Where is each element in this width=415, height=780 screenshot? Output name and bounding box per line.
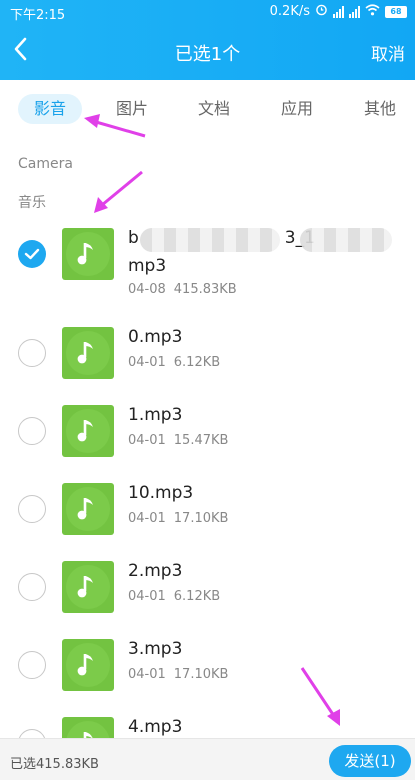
signal-icon-2 [349, 5, 360, 18]
cancel-button[interactable]: 取消 [371, 40, 405, 65]
file-row[interactable]: 3.mp3 04-01 17.10KB [0, 627, 415, 704]
file-name: 0.mp3 [128, 327, 183, 347]
file-row[interactable]: 2.mp3 04-01 6.12KB [0, 549, 415, 626]
nav-bar: 已选1个 取消 [0, 24, 415, 80]
alarm-icon [315, 3, 328, 20]
file-name: 10.mp3 [128, 483, 194, 503]
tab-other[interactable]: 其他 [348, 94, 412, 124]
network-speed: 0.2K/s [269, 4, 310, 19]
page-title: 已选1个 [174, 44, 241, 65]
watermark: Baidu经验 [298, 726, 357, 740]
checkbox[interactable] [18, 417, 46, 445]
checkbox[interactable] [18, 495, 46, 523]
checkbox-checked[interactable] [18, 240, 46, 268]
wifi-icon [365, 3, 380, 20]
checkmark-icon [24, 248, 40, 260]
bottom-bar: 已选415.83KB 发送(1) [0, 738, 415, 780]
file-meta: 04-01 15.47KB [128, 433, 229, 448]
tab-documents[interactable]: 文档 [182, 94, 246, 124]
tab-apps[interactable]: 应用 [265, 94, 329, 124]
section-camera[interactable]: Camera [18, 156, 73, 172]
category-tabs: 影音 图片 文档 应用 其他 [0, 88, 415, 130]
section-music: 音乐 [18, 195, 46, 211]
checkbox[interactable] [18, 339, 46, 367]
file-row[interactable]: 10.mp3 04-01 17.10KB [0, 471, 415, 548]
status-bar: 下午2:15 0.2K/s 68 [0, 0, 415, 24]
file-row[interactable]: 1.mp3 04-01 15.47KB [0, 393, 415, 470]
redacted-text [140, 228, 280, 252]
music-file-icon [62, 405, 114, 457]
status-indicators: 0.2K/s 68 [270, 3, 407, 20]
music-file-icon [62, 228, 114, 280]
battery-icon: 68 [385, 5, 407, 18]
music-file-icon [62, 639, 114, 691]
redacted-text-2 [300, 228, 392, 252]
music-file-icon [62, 717, 114, 738]
file-meta: 04-01 6.12KB [128, 355, 221, 370]
file-name: 2.mp3 [128, 561, 183, 581]
file-name-ext: mp3 [128, 256, 167, 276]
music-file-icon [62, 483, 114, 535]
file-name: 4.mp3 [128, 717, 183, 737]
tab-images[interactable]: 图片 [100, 94, 164, 124]
music-file-icon [62, 561, 114, 613]
file-row[interactable]: 0.mp3 04-01 6.12KB [0, 315, 415, 392]
annotation-arrow-music [94, 170, 143, 213]
music-file-icon [62, 327, 114, 379]
tab-media[interactable]: 影音 [18, 94, 82, 124]
send-button[interactable]: 发送(1) [329, 745, 411, 777]
checkbox[interactable] [18, 573, 46, 601]
file-meta: 04-01 17.10KB [128, 511, 229, 526]
file-meta: 04-01 17.10KB [128, 667, 229, 682]
signal-icon [333, 5, 344, 18]
file-name: 3.mp3 [128, 639, 183, 659]
selected-size: 已选415.83KB [10, 757, 99, 772]
app-header: 下午2:15 0.2K/s 68 已选1个 取消 [0, 0, 415, 80]
file-name: 1.mp3 [128, 405, 183, 425]
file-meta: 04-08 415.83KB [128, 282, 237, 297]
status-time: 下午2:15 [10, 8, 66, 23]
file-meta: 04-01 6.12KB [128, 589, 221, 604]
checkbox[interactable] [18, 729, 46, 738]
checkbox[interactable] [18, 651, 46, 679]
